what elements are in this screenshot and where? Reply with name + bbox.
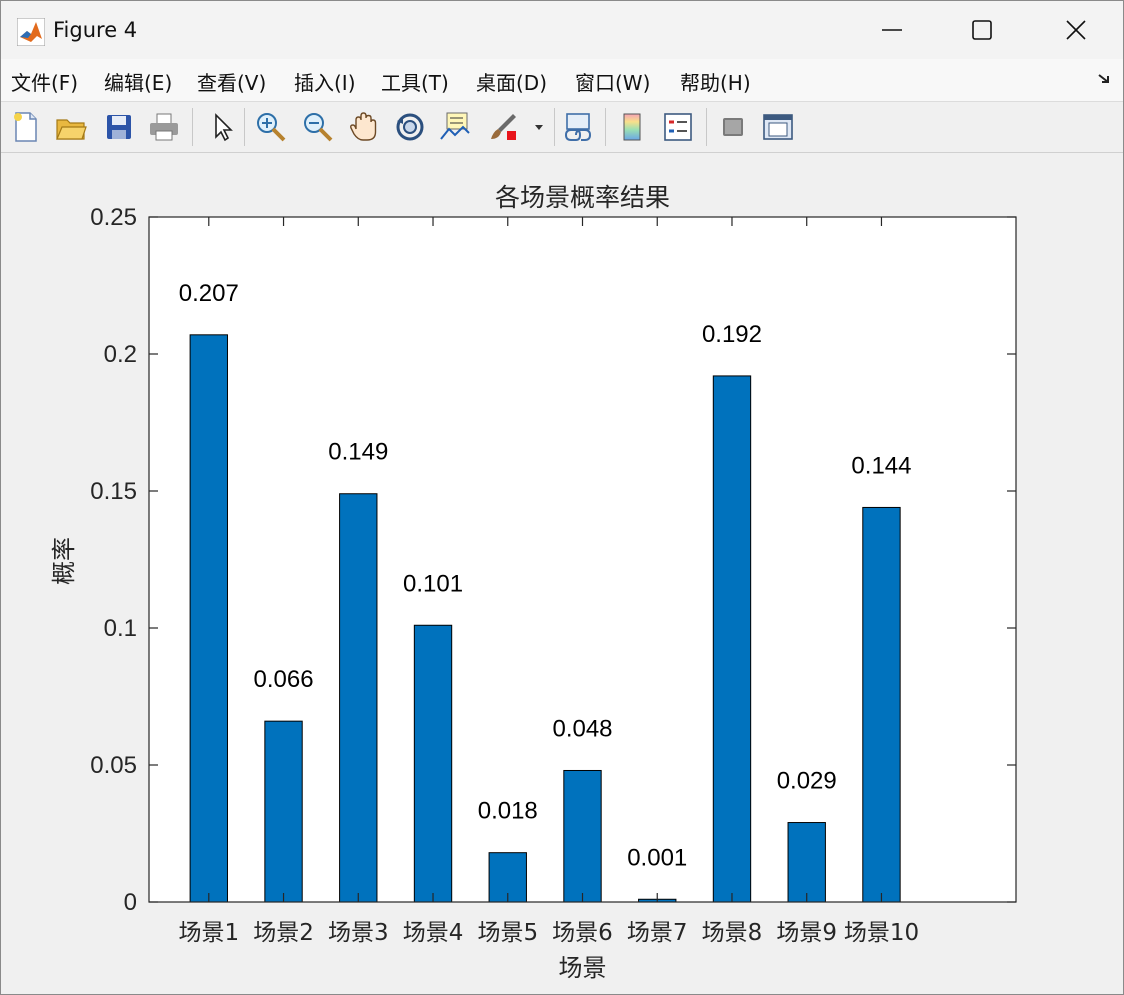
- y-tick-label: 0.15: [90, 478, 137, 505]
- menu-tools[interactable]: 工具(T): [381, 67, 449, 96]
- zoom-out-icon[interactable]: [300, 108, 336, 146]
- y-axis-label: 概率: [50, 537, 78, 585]
- data-label-10: 0.144: [851, 452, 911, 479]
- toolbar-separator: [554, 108, 555, 146]
- zoom-in-icon[interactable]: [253, 108, 289, 146]
- bar-3[interactable]: [339, 493, 378, 903]
- figure-canvas: 0 0.05 0.1 0.15 0.2 0.25 0.207 0.066 0.149 0.101…: [1, 153, 1123, 994]
- x-tick-label: 场景8: [702, 920, 763, 946]
- new-figure-icon[interactable]: [8, 108, 44, 146]
- bar-6[interactable]: [563, 769, 602, 903]
- x-tick-label: 场景3: [328, 920, 389, 946]
- toolbar-separator: [192, 108, 193, 146]
- figure-window: Figure 4 文件(F) 编辑(E) 查看(V) 插入(I) 工具(T) 桌…: [0, 0, 1124, 995]
- y-tick-label: 0.05: [90, 752, 137, 779]
- y-tick-label: 0.1: [104, 615, 137, 642]
- toolbar-separator: [706, 108, 707, 146]
- rotate-3d-icon[interactable]: [392, 108, 428, 146]
- data-label-8: 0.192: [702, 321, 762, 348]
- menu-desktop[interactable]: 桌面(D): [476, 67, 547, 96]
- toolbar-separator: [244, 108, 245, 146]
- bar-10[interactable]: [862, 506, 901, 903]
- minimize-button[interactable]: [869, 9, 915, 51]
- chart-title: 各场景概率结果: [495, 183, 670, 212]
- link-plot-icon[interactable]: [560, 108, 596, 146]
- bar-2[interactable]: [264, 720, 303, 903]
- show-plot-tools-icon[interactable]: [760, 108, 796, 146]
- bar-1[interactable]: [189, 334, 228, 903]
- y-tick-label: 0: [124, 889, 137, 916]
- data-label-3: 0.149: [328, 439, 388, 466]
- bar-8[interactable]: [712, 375, 752, 903]
- select-arrow-icon[interactable]: [203, 108, 239, 146]
- pan-hand-icon[interactable]: [346, 108, 382, 146]
- x-tick-label: 场景4: [403, 920, 464, 946]
- matlab-icon: [17, 18, 45, 46]
- print-icon[interactable]: [146, 108, 182, 146]
- undock-arrow-icon[interactable]: [1097, 71, 1113, 87]
- colorbar-icon[interactable]: [614, 108, 650, 146]
- data-label-9: 0.029: [777, 768, 837, 795]
- menu-file[interactable]: 文件(F): [11, 67, 78, 96]
- x-tick-label: 场景7: [627, 920, 688, 946]
- brush-icon[interactable]: [485, 108, 521, 146]
- maximize-button[interactable]: [959, 9, 1005, 51]
- menu-window[interactable]: 窗口(W): [575, 67, 650, 96]
- x-tick-label: 场景9: [776, 920, 837, 946]
- menu-view[interactable]: 查看(V): [197, 67, 266, 96]
- menu-edit[interactable]: 编辑(E): [104, 67, 172, 96]
- data-label-1: 0.207: [179, 280, 239, 307]
- bar-4[interactable]: [413, 624, 453, 903]
- menu-help[interactable]: 帮助(H): [680, 67, 751, 96]
- data-label-2: 0.066: [254, 666, 314, 693]
- maximize-icon: [972, 20, 992, 40]
- menu-bar: 文件(F) 编辑(E) 查看(V) 插入(I) 工具(T) 桌面(D) 窗口(W…: [1, 59, 1123, 102]
- minimize-icon: [882, 29, 902, 31]
- x-tick-label: 场景6: [552, 920, 613, 946]
- close-icon: [1066, 20, 1086, 40]
- data-label-4: 0.101: [403, 570, 463, 597]
- close-button[interactable]: [1053, 9, 1099, 51]
- brush-dropdown-icon[interactable]: [529, 108, 549, 146]
- data-label-6: 0.048: [552, 715, 612, 742]
- window-title: Figure 4: [53, 18, 138, 42]
- data-cursor-icon[interactable]: [437, 108, 473, 146]
- y-tick-label: 0.25: [90, 204, 137, 231]
- data-label-5: 0.018: [478, 798, 538, 825]
- bar-9[interactable]: [787, 822, 826, 903]
- bar-chart: 0 0.05 0.1 0.15 0.2 0.25 0.207 0.066 0.149 0.101…: [50, 183, 1017, 982]
- toolbar: [1, 102, 1123, 153]
- open-file-icon[interactable]: [53, 108, 89, 146]
- menu-insert[interactable]: 插入(I): [294, 67, 356, 96]
- legend-icon[interactable]: [660, 108, 696, 146]
- data-label-7: 0.001: [627, 844, 687, 871]
- x-tick-label: 场景1: [178, 920, 239, 946]
- hide-plot-tools-icon[interactable]: [715, 108, 751, 146]
- title-bar: Figure 4: [1, 1, 1123, 59]
- x-tick-label: 场景2: [253, 920, 314, 946]
- x-tick-label: 场景5: [477, 920, 538, 946]
- y-tick-label: 0.2: [104, 341, 137, 368]
- toolbar-separator: [605, 108, 606, 146]
- x-axis-label: 场景: [559, 954, 607, 982]
- x-tick-label: 场景10: [844, 920, 919, 946]
- save-icon[interactable]: [101, 108, 137, 146]
